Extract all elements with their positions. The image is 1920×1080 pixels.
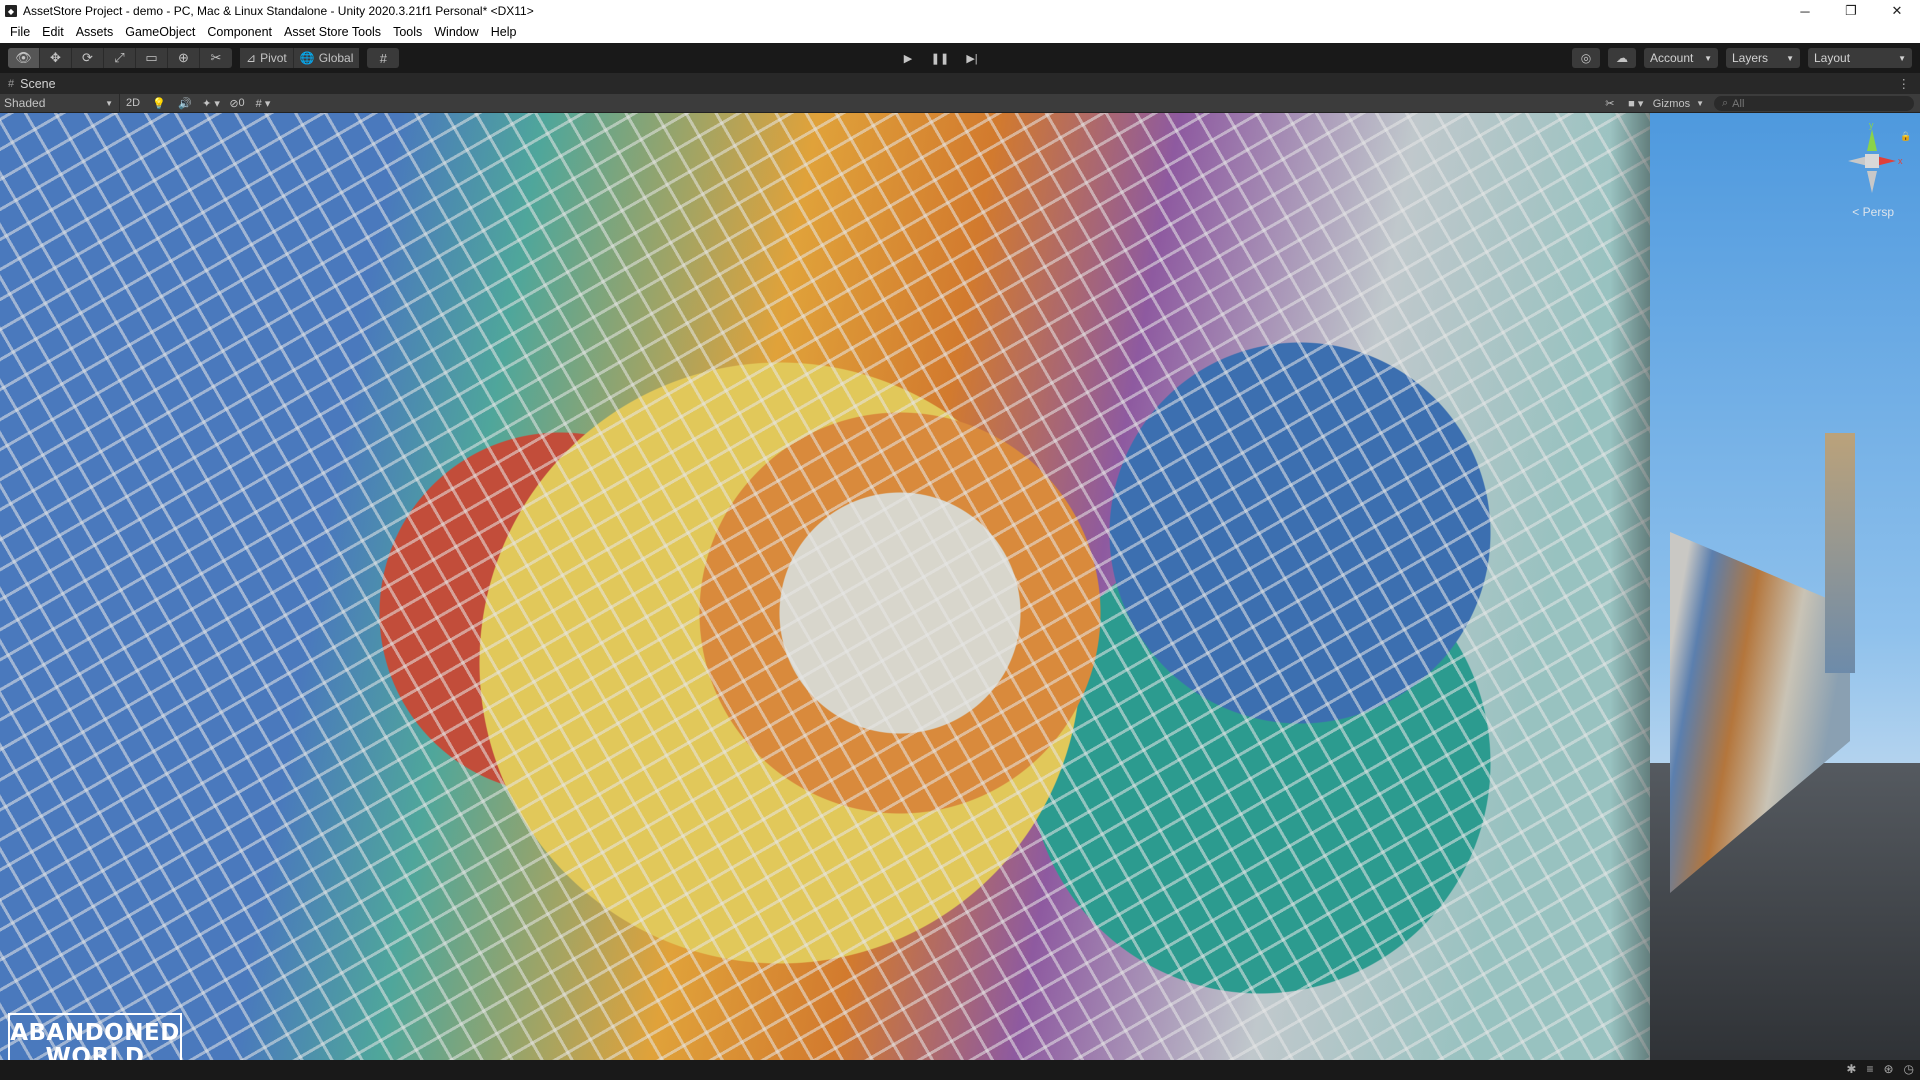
effects-icon[interactable]: ✦ ▾ <box>198 94 224 113</box>
menu-tools[interactable]: Tools <box>387 22 428 43</box>
transform-tools: 👁 ✥ ⟳ ⤢ ▭ ⊕ ✂ <box>8 48 232 68</box>
scene-tab-icon: # <box>8 77 15 90</box>
chevron-down-icon: ▼ <box>1898 53 1906 63</box>
x-axis-label: x <box>1898 156 1903 166</box>
global-label: Global <box>318 51 354 65</box>
minimize-button[interactable]: ─ <box>1782 0 1828 22</box>
abandoned-world-logo: ABANDONED WORLD <box>8 1013 182 1060</box>
view-tool-eye-icon[interactable]: 👁 <box>8 48 40 68</box>
shading-mode-label: Shaded <box>4 96 46 110</box>
scene-tab[interactable]: # Scene ⋮ <box>0 73 1920 94</box>
y-axis-cone[interactable] <box>1867 129 1877 151</box>
grid-snap-icon[interactable]: # <box>367 48 399 68</box>
toolbar-right: ◎ ☁ Account ▼ Layers ▼ Layout ▼ <box>1572 48 1912 68</box>
lighting-icon[interactable]: 💡 <box>146 94 172 113</box>
y-axis-label: y <box>1869 121 1874 130</box>
menu-file[interactable]: File <box>4 22 36 43</box>
cloud-icon[interactable]: ☁ <box>1608 48 1636 68</box>
scene-viewport[interactable]: y x 🔒 < Persp ABANDONED WORLD <box>0 113 1920 1060</box>
menu-component[interactable]: Component <box>201 22 278 43</box>
scene-toolbar-right: ✂ ■ ▾ Gizmos ▼ ⌕ All <box>1597 94 1920 113</box>
status-bar: ✱ ≡ ⊛ ◷ <box>0 1060 1920 1080</box>
projection-label[interactable]: < Persp <box>1852 205 1894 219</box>
globe-icon: 🌐 <box>299 51 315 65</box>
neg-y-cone[interactable] <box>1867 171 1877 193</box>
clock-icon[interactable]: ◷ <box>1904 1062 1914 1076</box>
play-icon[interactable]: ▶ <box>892 48 924 68</box>
chevron-down-icon: ▼ <box>105 98 113 108</box>
gizmo-center-cube[interactable] <box>1865 154 1879 168</box>
chevron-down-icon: ▼ <box>1786 53 1794 63</box>
chevron-down-icon: ▼ <box>1704 53 1712 63</box>
playback-controls: ▶ ❚❚ ▶| <box>892 48 988 68</box>
menu-assets[interactable]: Assets <box>70 22 120 43</box>
pivot-label: Pivot <box>260 51 287 65</box>
menu-asset-store-tools[interactable]: Asset Store Tools <box>278 22 387 43</box>
pivot-icon: ⊿ <box>246 51 257 65</box>
tools-icon[interactable]: ✂ <box>1597 94 1623 113</box>
hidden-count: 0 <box>238 97 245 109</box>
bug-icon[interactable]: ✱ <box>1846 1062 1856 1076</box>
pause-icon[interactable]: ❚❚ <box>924 48 956 68</box>
layers-label: Layers <box>1732 51 1769 65</box>
menu-gameobject[interactable]: GameObject <box>119 22 201 43</box>
layers-dropdown[interactable]: Layers ▼ <box>1726 48 1800 68</box>
search-placeholder: All <box>1732 97 1745 110</box>
rotate-tool-icon[interactable]: ⟳ <box>72 48 104 68</box>
close-button[interactable]: ✕ <box>1874 0 1920 22</box>
menu-edit[interactable]: Edit <box>36 22 70 43</box>
window-title: AssetStore Project - demo - PC, Mac & Li… <box>23 4 534 18</box>
title-bar: ◆ AssetStore Project - demo - PC, Mac & … <box>0 0 1920 22</box>
grid-snap-group: # <box>367 48 400 68</box>
gizmos-label: Gizmos <box>1652 97 1691 110</box>
account-dropdown[interactable]: Account ▼ <box>1644 48 1718 68</box>
move-tool-icon[interactable]: ✥ <box>40 48 72 68</box>
logo-line-1: ABANDONED <box>10 1020 180 1046</box>
menu-bar: File Edit Assets GameObject Component As… <box>0 22 1920 43</box>
search-icon: ⌕ <box>1722 97 1729 109</box>
step-icon[interactable]: ▶| <box>956 48 988 68</box>
scene-tab-label: Scene <box>20 76 56 91</box>
collab-icon[interactable]: ◎ <box>1572 48 1600 68</box>
custom-tool-icon[interactable]: ✂ <box>200 48 232 68</box>
main-toolbar: 👁 ✥ ⟳ ⤢ ▭ ⊕ ✂ ⊿ Pivot 🌐 Global # ▶ ❚❚ ▶|… <box>0 43 1920 73</box>
mode-2d-toggle[interactable]: 2D <box>120 94 146 113</box>
pivot-global-group: ⊿ Pivot 🌐 Global <box>240 48 360 68</box>
lock-icon[interactable]: 🔒 <box>1900 131 1911 142</box>
account-label: Account <box>1650 51 1694 65</box>
mosaic-wall <box>0 113 1650 1060</box>
distant-wall-pillar <box>1825 433 1855 673</box>
unity-app-icon: ◆ <box>5 5 17 17</box>
layout-label: Layout <box>1814 51 1851 65</box>
logo-line-2: WORLD <box>45 1044 145 1060</box>
hidden-eye-icon: ⊘ <box>229 97 239 110</box>
pivot-toggle[interactable]: ⊿ Pivot <box>240 48 294 68</box>
grid-icon[interactable]: # ▾ <box>250 94 276 113</box>
hidden-objects-toggle[interactable]: ⊘ 0 <box>224 94 250 113</box>
layout-dropdown[interactable]: Layout ▼ <box>1808 48 1912 68</box>
scale-tool-icon[interactable]: ⤢ <box>104 48 136 68</box>
gizmos-dropdown[interactable]: Gizmos ▼ <box>1649 94 1708 113</box>
shading-mode-dropdown[interactable]: Shaded ▼ <box>0 93 120 113</box>
chevron-down-icon: ▼ <box>1696 99 1704 108</box>
global-toggle[interactable]: 🌐 Global <box>293 48 360 68</box>
menu-help[interactable]: Help <box>485 22 523 43</box>
scene-search-input[interactable]: ⌕ All <box>1714 96 1914 111</box>
stack-icon[interactable]: ≡ <box>1866 1062 1873 1076</box>
wall-edge-shadow <box>1610 113 1650 1060</box>
menu-window[interactable]: Window <box>428 22 484 43</box>
transform-tool-icon[interactable]: ⊕ <box>168 48 200 68</box>
scene-toolbar: Shaded ▼ 2D 💡 🔊 ✦ ▾ ⊘ 0 # ▾ ✂ ■ ▾ Gizmos… <box>0 93 1920 113</box>
camera-icon[interactable]: ■ ▾ <box>1623 94 1649 113</box>
maximize-button[interactable]: ❐ <box>1828 0 1874 22</box>
more-options-icon[interactable]: ⋮ <box>1898 76 1911 91</box>
audio-icon[interactable]: 🔊 <box>172 94 198 113</box>
network-icon[interactable]: ⊛ <box>1883 1062 1893 1076</box>
rect-tool-icon[interactable]: ▭ <box>136 48 168 68</box>
status-icons: ✱ ≡ ⊛ ◷ <box>1846 1062 1914 1076</box>
